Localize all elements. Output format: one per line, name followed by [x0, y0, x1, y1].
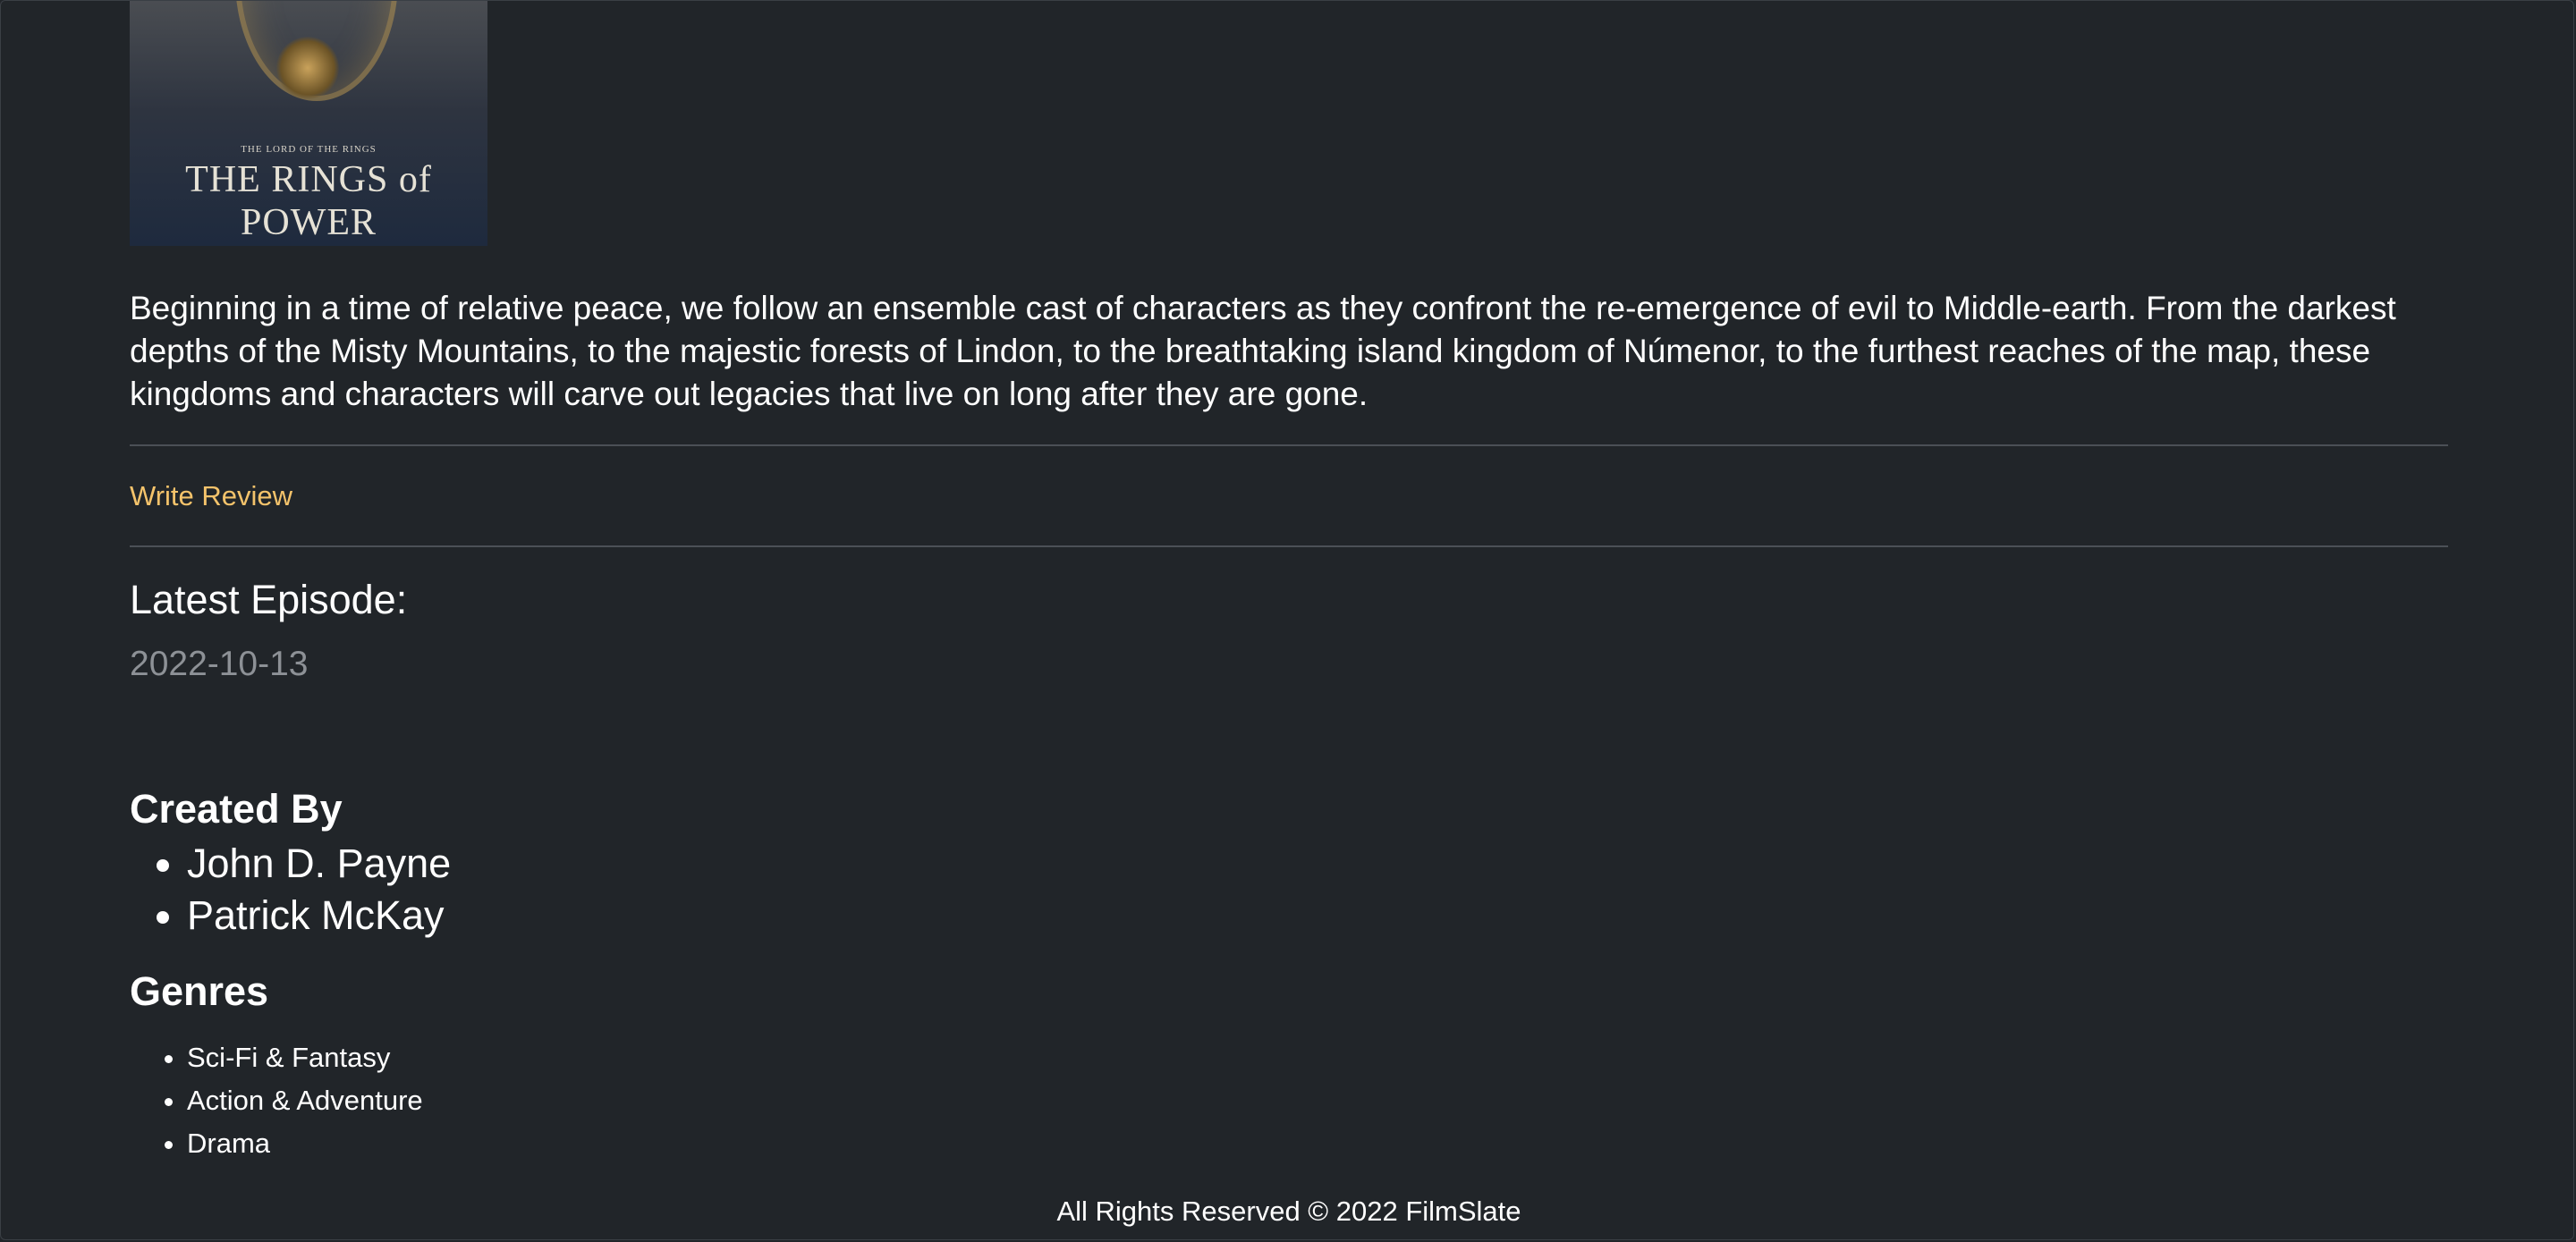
emblem-graphic	[276, 37, 339, 99]
divider-top	[130, 444, 2448, 446]
latest-episode-date: 2022-10-13	[130, 645, 309, 683]
latest-episode-heading: Latest Episode:	[130, 577, 408, 622]
genre-item: Sci-Fi & Fantasy	[187, 1036, 423, 1079]
footer-copyright: All Rights Reserved © 2022 FilmSlate	[1056, 1196, 1521, 1227]
genres-list: Sci-Fi & Fantasy Action & Adventure Dram…	[130, 1036, 423, 1165]
created-by-heading: Created By	[130, 786, 343, 832]
creator-item: John D. Payne	[187, 838, 451, 890]
show-poster: THE LORD OF THE RINGS THE RINGS of POWER	[130, 1, 487, 246]
creators-list: John D. Payne Patrick McKay	[130, 838, 451, 942]
poster-big-title: THE RINGS of POWER	[185, 159, 432, 243]
poster-small-title: THE LORD OF THE RINGS	[241, 144, 377, 155]
show-overview: Beginning in a time of relative peace, w…	[130, 290, 2396, 412]
creator-item: Patrick McKay	[187, 890, 451, 942]
genres-heading: Genres	[130, 968, 269, 1014]
browser-window: THE LORD OF THE RINGS THE RINGS of POWER…	[0, 0, 2574, 1240]
genre-item: Action & Adventure	[187, 1079, 423, 1122]
write-review-link[interactable]: Write Review	[130, 480, 292, 512]
divider-bottom	[130, 545, 2448, 547]
genre-item: Drama	[187, 1122, 423, 1165]
